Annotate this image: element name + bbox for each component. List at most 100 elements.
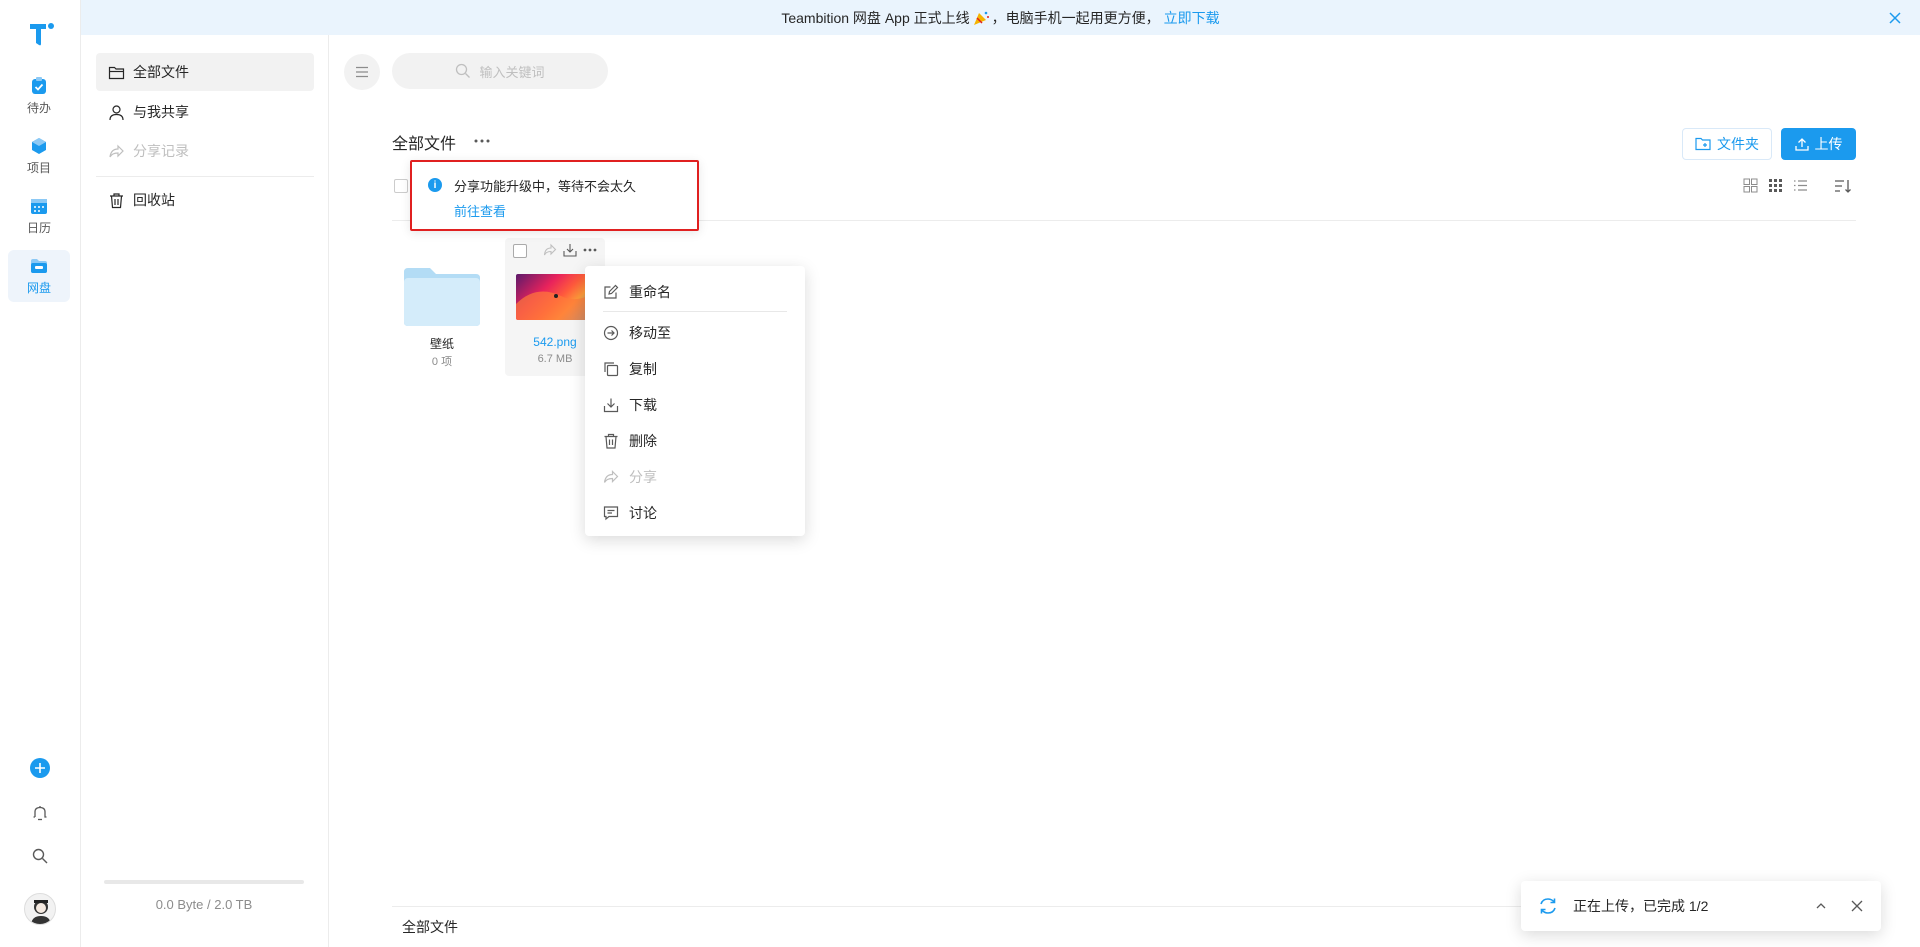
rail-item-drive[interactable]: 网盘 — [8, 250, 70, 302]
sidebar-item-label: 与我共享 — [133, 104, 189, 120]
storage-progress — [104, 880, 304, 884]
share-icon — [109, 144, 124, 157]
menu-item-download[interactable]: 下载 — [585, 388, 805, 422]
plus-icon — [30, 758, 50, 778]
todo-icon — [32, 77, 46, 94]
chevron-up-icon[interactable] — [1813, 898, 1829, 914]
rail-item-todo[interactable]: 待办 — [8, 70, 70, 122]
sidebar-item-shared-with-me[interactable]: 与我共享 — [96, 93, 314, 131]
download-icon[interactable] — [562, 242, 578, 258]
rail-item-calendar[interactable]: 日历 — [8, 190, 70, 242]
upload-status: 正在上传，已完成 1/2 — [1573, 898, 1709, 914]
list-view-icon[interactable] — [1792, 177, 1808, 193]
upload-button[interactable]: 上传 — [1781, 128, 1856, 160]
calendar-icon — [31, 199, 47, 214]
share-icon — [603, 470, 619, 483]
banner-download-link[interactable]: 立即下载 — [1164, 8, 1220, 28]
avatar-image — [31, 900, 51, 924]
storage-usage: 0.0 Byte / 2.0 TB — [155, 897, 253, 912]
sidebar-item-label: 全部文件 — [133, 64, 189, 80]
menu-item-move[interactable]: 移动至 — [585, 316, 805, 350]
announcement-banner: Teambition 网盘 App 正式上线 ，电脑手机一起用更方便， 立即下载 — [81, 0, 1920, 35]
notice-message: 分享功能升级中，等待不会太久 — [454, 179, 637, 194]
close-icon[interactable] — [1849, 898, 1865, 914]
party-icon — [973, 11, 989, 25]
rail-item-label: 项目 — [26, 161, 51, 175]
folder-icon — [108, 66, 125, 79]
page-title: 全部文件 — [392, 136, 457, 153]
small-grid-icon[interactable] — [1767, 177, 1783, 193]
collapse-menu-button[interactable] — [344, 54, 380, 90]
menu-item-label: 分享 — [629, 469, 657, 485]
context-menu: 重命名 移动至 复制 下载 删除 分享 讨论 — [585, 266, 805, 536]
file-quick-actions — [542, 242, 598, 258]
folder-thumbnail-icon[interactable] — [402, 266, 482, 328]
download-icon — [603, 398, 619, 413]
menu-divider — [603, 311, 787, 312]
sidebar-item-share-records[interactable]: 分享记录 — [96, 132, 314, 170]
new-folder-button[interactable]: 文件夹 — [1682, 128, 1772, 160]
footer-breadcrumb[interactable]: 全部文件 — [402, 917, 458, 937]
sidebar-divider — [96, 176, 314, 177]
sync-icon — [1540, 898, 1556, 914]
menu-item-discuss[interactable]: 讨论 — [585, 496, 805, 530]
teambition-logo[interactable] — [26, 19, 56, 49]
trash-icon — [110, 192, 123, 208]
more-options-button[interactable] — [470, 131, 494, 151]
drive-icon — [31, 259, 47, 273]
bell-icon — [33, 806, 47, 821]
search-icon — [456, 63, 471, 78]
file-meta: 0 项 — [431, 356, 453, 368]
menu-item-label: 移动至 — [629, 325, 671, 341]
project-icon — [32, 138, 46, 154]
menu-item-share[interactable]: 分享 — [585, 460, 805, 494]
share-upgrade-notice: i 分享功能升级中，等待不会太久 前往查看 — [410, 160, 699, 231]
sort-icon[interactable] — [1834, 177, 1852, 195]
sidebar-item-trash[interactable]: 回收站 — [96, 181, 314, 219]
menu-item-label: 重命名 — [629, 284, 671, 300]
rail-item-label: 待办 — [26, 101, 51, 115]
copy-icon — [604, 362, 619, 377]
rail-item-project[interactable]: 项目 — [8, 130, 70, 182]
view-switcher — [1742, 177, 1808, 193]
banner-text-after: ，电脑手机一起用更方便， — [991, 9, 1160, 26]
file-name[interactable]: 壁纸 — [392, 335, 492, 352]
rail-item-label: 网盘 — [26, 281, 51, 295]
file-checkbox[interactable] — [513, 244, 527, 258]
info-icon: i — [428, 178, 442, 192]
more-icon — [474, 139, 490, 143]
delete-icon — [604, 433, 618, 449]
upload-icon — [1794, 138, 1809, 151]
sidebar-item-label: 分享记录 — [133, 143, 189, 159]
large-grid-icon[interactable] — [1742, 177, 1758, 193]
image-thumbnail[interactable] — [516, 274, 594, 320]
menu-item-label: 讨论 — [629, 505, 657, 521]
upload-label: 上传 — [1814, 136, 1843, 152]
app-rail: 待办 项目 日历 网盘 — [0, 0, 81, 947]
add-button[interactable] — [24, 752, 56, 784]
more-icon[interactable] — [582, 242, 598, 258]
search-icon — [32, 848, 48, 864]
menu-item-label: 删除 — [629, 433, 657, 449]
close-icon[interactable] — [1886, 9, 1904, 27]
avatar[interactable] — [24, 893, 56, 925]
menu-item-delete[interactable]: 删除 — [585, 424, 805, 458]
menu-icon — [356, 66, 368, 78]
sidebar-item-all-files[interactable]: 全部文件 — [96, 53, 314, 91]
share-icon[interactable] — [542, 242, 558, 258]
search-input[interactable]: 输入关键词 — [392, 53, 608, 89]
edit-icon — [604, 284, 619, 299]
notice-link[interactable]: 前往查看 — [454, 201, 506, 220]
select-all-checkbox[interactable] — [394, 179, 408, 193]
comment-icon — [603, 506, 619, 521]
notification-button[interactable] — [24, 797, 56, 829]
menu-item-label: 复制 — [629, 361, 657, 377]
banner-text: Teambition 网盘 App 正式上线 — [781, 9, 970, 26]
user-icon — [109, 104, 124, 120]
menu-item-copy[interactable]: 复制 — [585, 352, 805, 386]
search-placeholder: 输入关键词 — [479, 64, 545, 80]
global-search-button[interactable] — [24, 840, 56, 872]
menu-item-rename[interactable]: 重命名 — [585, 275, 805, 309]
folder-add-icon — [1695, 137, 1711, 151]
new-folder-label: 文件夹 — [1717, 136, 1759, 152]
